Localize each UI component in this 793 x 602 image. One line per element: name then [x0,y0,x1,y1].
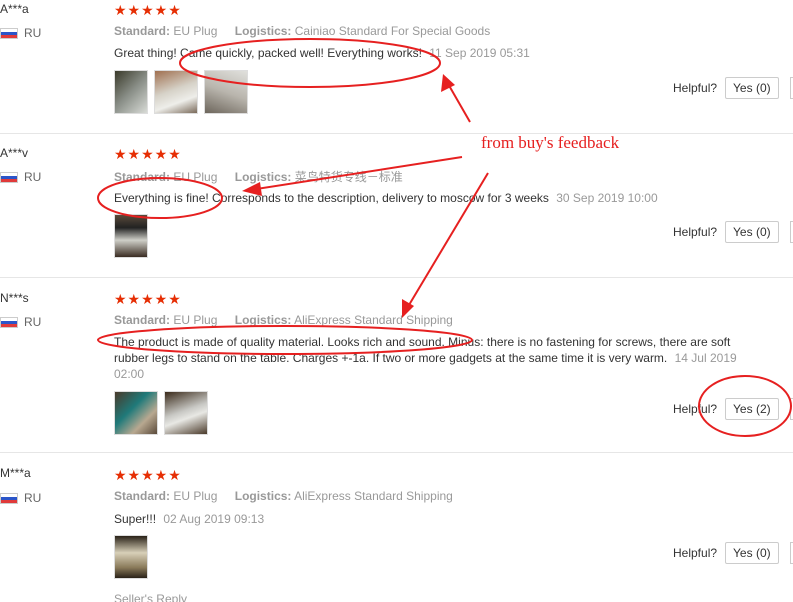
country-code: RU [24,491,42,505]
seller-reply-label: Seller's Reply [114,592,187,602]
helpful-yes-button[interactable]: Yes (0) [725,542,779,564]
helpful-label: Helpful? [673,402,718,416]
standard-value: EU Plug [173,170,218,184]
reviewer-name: A***v [0,146,29,160]
country-code: RU [24,315,42,329]
logistics-value: 菜鸟特货专线－标准 [294,170,403,184]
logistics-value: Cainiao Standard For Special Goods [294,24,491,38]
country-code: RU [24,26,42,40]
reviewer-country: RU [0,491,41,505]
review-photo[interactable] [164,391,208,435]
helpful-label: Helpful? [673,225,718,239]
logistics-label: Logistics: [234,170,292,184]
review-photos [114,535,148,579]
reviewer-name: N***s [0,291,29,305]
helpful-label: Helpful? [673,546,718,560]
reviewer-country: RU [0,315,41,329]
reviewer-name: A***a [0,2,29,16]
helpful-label: Helpful? [673,81,718,95]
review-photos [114,214,148,258]
russia-flag-icon [0,316,18,328]
review-text: Super!!! 02 Aug 2019 09:13 [114,511,754,527]
russia-flag-icon [0,171,18,183]
review-meta: Standard: EU Plug Logistics: AliExpress … [114,313,467,327]
standard-label: Standard: [114,489,171,503]
annotation-arrowhead [441,74,455,92]
review-body: Great thing! Came quickly, packed well! … [114,46,422,60]
standard-label: Standard: [114,170,171,184]
review-body: Everything is fine! Corresponds to the d… [114,191,549,205]
annotation-arrow-line [446,81,471,123]
helpful-section: Helpful? Yes (0) [673,542,779,564]
helpful-section: Helpful? Yes (0) [673,77,779,99]
russia-flag-icon [0,492,18,504]
standard-label: Standard: [114,24,171,38]
helpful-section: Helpful? Yes (0) [673,221,779,243]
review-photo[interactable] [154,70,198,114]
reviewer-country: RU [0,170,41,184]
review-divider [0,452,793,453]
review-photo[interactable] [114,214,148,258]
review-body: The product is made of quality material.… [114,335,731,365]
russia-flag-icon [0,27,18,39]
helpful-yes-button[interactable]: Yes (0) [725,77,779,99]
review-text: Great thing! Came quickly, packed well! … [114,45,754,61]
review-photo[interactable] [114,70,148,114]
standard-label: Standard: [114,313,171,327]
review-photo[interactable] [114,535,148,579]
star-rating: ★★★★★ [114,291,182,307]
logistics-value: AliExpress Standard Shipping [294,313,453,327]
annotation-text: from buy's feedback [481,133,620,152]
review-photos [114,70,248,114]
review-divider [0,277,793,278]
reviewer-name: M***a [0,466,31,480]
star-rating: ★★★★★ [114,467,182,483]
review-photos [114,391,208,435]
review-photo[interactable] [204,70,248,114]
review-text: The product is made of quality material.… [114,334,754,382]
review-text: Everything is fine! Corresponds to the d… [114,190,754,206]
logistics-label: Logistics: [234,489,292,503]
standard-value: EU Plug [173,24,218,38]
star-rating: ★★★★★ [114,146,182,162]
review-body: Super!!! [114,512,157,526]
standard-value: EU Plug [173,313,218,327]
review-photo[interactable] [114,391,158,435]
reviewer-country: RU [0,26,41,40]
country-code: RU [24,170,42,184]
review-meta: Standard: EU Plug Logistics: AliExpress … [114,489,467,503]
helpful-section: Helpful? Yes (2) [673,398,779,420]
helpful-yes-button[interactable]: Yes (0) [725,221,779,243]
review-date: 11 Sep 2019 05:31 [429,46,530,60]
review-divider [0,133,793,134]
review-meta: Standard: EU Plug Logistics: 菜鸟特货专线－标准 [114,168,417,185]
logistics-label: Logistics: [234,24,292,38]
review-date: 02 Aug 2019 09:13 [163,512,265,526]
helpful-yes-button[interactable]: Yes (2) [725,398,779,420]
logistics-label: Logistics: [234,313,292,327]
star-rating: ★★★★★ [114,2,182,18]
review-date: 30 Sep 2019 10:00 [556,191,658,205]
logistics-value: AliExpress Standard Shipping [294,489,453,503]
review-meta: Standard: EU Plug Logistics: Cainiao Sta… [114,24,504,38]
standard-value: EU Plug [173,489,218,503]
